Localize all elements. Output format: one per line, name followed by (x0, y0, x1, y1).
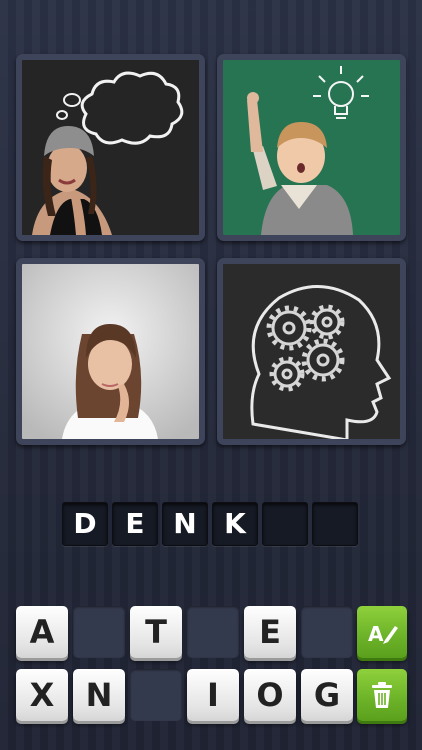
thoughtful-woman-grey-image (22, 264, 199, 439)
answer-slot-2[interactable]: E (112, 502, 158, 546)
letter-key[interactable]: X (16, 669, 68, 721)
letter-hint-button[interactable]: A (357, 606, 407, 658)
letter-key[interactable]: T (130, 606, 182, 658)
picture-tile-1[interactable] (16, 54, 205, 241)
answer-slot-5[interactable] (262, 502, 308, 546)
letter-hint-icon: A (368, 622, 398, 646)
answer-slot-3[interactable]: N (162, 502, 208, 546)
remove-letters-button[interactable] (357, 669, 407, 721)
head-gears-chalk-image (223, 264, 400, 439)
trash-icon (372, 682, 392, 708)
thinking-woman-chalkboard-image (22, 60, 199, 235)
boy-lightbulb-idea-image (223, 60, 400, 235)
answer-row: D E N K (62, 502, 358, 546)
picture-tile-4[interactable] (217, 258, 406, 445)
letter-key[interactable]: O (244, 669, 296, 721)
empty-key-slot (187, 606, 239, 658)
picture-tile-2[interactable] (217, 54, 406, 241)
empty-key-slot (301, 606, 353, 658)
empty-key-slot (73, 606, 125, 658)
letter-key[interactable]: G (301, 669, 353, 721)
answer-slot-6[interactable] (312, 502, 358, 546)
letter-key[interactable]: N (73, 669, 125, 721)
letter-key[interactable]: I (187, 669, 239, 721)
letter-key[interactable]: A (16, 606, 68, 658)
answer-slot-4[interactable]: K (212, 502, 258, 546)
letter-key[interactable]: E (244, 606, 296, 658)
svg-text:A: A (368, 622, 384, 646)
empty-key-slot (130, 669, 182, 721)
answer-slot-1[interactable]: D (62, 502, 108, 546)
picture-tile-3[interactable] (16, 258, 205, 445)
